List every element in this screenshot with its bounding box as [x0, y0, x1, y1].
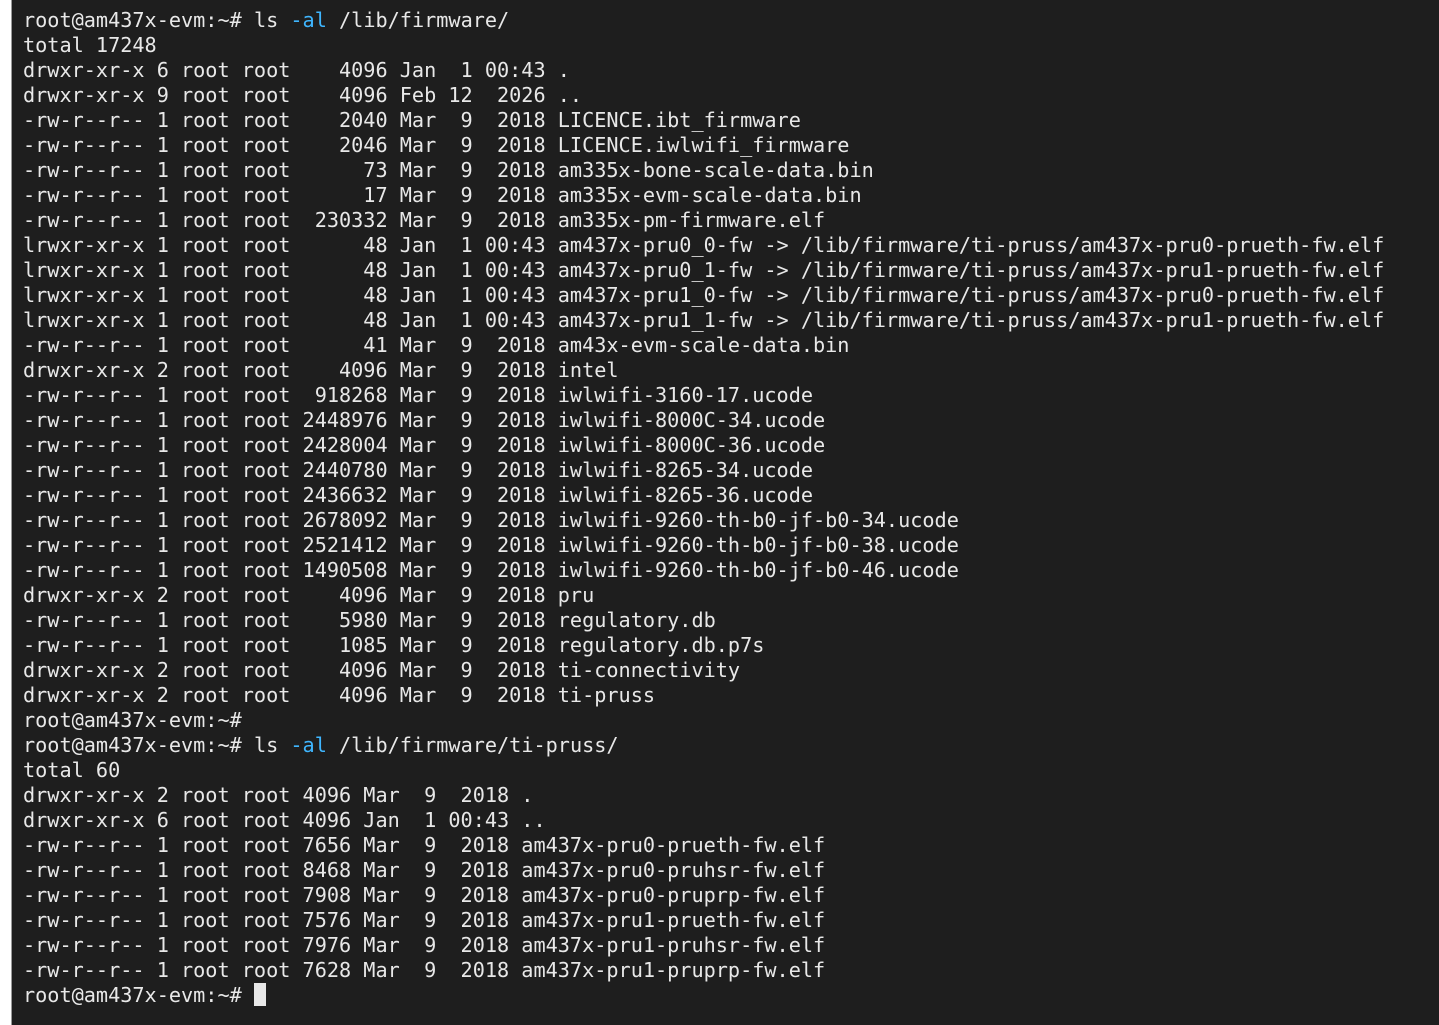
output-text: total 60: [23, 758, 121, 782]
output-line: -rw-r--r-- 1 root root 7976 Mar 9 2018 a…: [23, 933, 1384, 958]
output-text: total 17248: [23, 33, 157, 57]
text-cursor[interactable]: [253, 983, 266, 1006]
output-line: -rw-r--r-- 1 root root 1490508 Mar 9 201…: [23, 558, 1384, 583]
output-line: -rw-r--r-- 1 root root 2521412 Mar 9 201…: [23, 533, 1384, 558]
output-text: drwxr-xr-x 2 root root 4096 Mar 9 2018 i…: [23, 358, 619, 382]
output-line: -rw-r--r-- 1 root root 41 Mar 9 2018 am4…: [23, 333, 1384, 358]
output-line: -rw-r--r-- 1 root root 2046 Mar 9 2018 L…: [23, 133, 1384, 158]
shell-prompt: root@am437x-evm:~#: [23, 733, 254, 757]
output-text: lrwxr-xr-x 1 root root 48 Jan 1 00:43 am…: [23, 258, 1385, 282]
output-text: -rw-r--r-- 1 root root 2440780 Mar 9 201…: [23, 458, 814, 482]
command-line: root@am437x-evm:~# ls -al /lib/firmware/: [23, 8, 1384, 33]
output-line: drwxr-xr-x 2 root root 4096 Mar 9 2018 t…: [23, 683, 1384, 708]
output-text: -rw-r--r-- 1 root root 2428004 Mar 9 201…: [23, 433, 826, 457]
output-line: lrwxr-xr-x 1 root root 48 Jan 1 00:43 am…: [23, 233, 1384, 258]
output-text: -rw-r--r-- 1 root root 41 Mar 9 2018 am4…: [23, 333, 850, 357]
output-text: -rw-r--r-- 1 root root 7656 Mar 9 2018 a…: [23, 833, 826, 857]
output-text: -rw-r--r-- 1 root root 2521412 Mar 9 201…: [23, 533, 959, 557]
output-line: drwxr-xr-x 2 root root 4096 Mar 9 2018 i…: [23, 358, 1384, 383]
output-text: drwxr-xr-x 6 root root 4096 Jan 1 00:43 …: [23, 58, 570, 82]
terminal-window[interactable]: root@am437x-evm:~# ls -al /lib/firmware/…: [11, 0, 1439, 1025]
shell-prompt: root@am437x-evm:~#: [23, 983, 254, 1007]
output-text: -rw-r--r-- 1 root root 1085 Mar 9 2018 r…: [23, 633, 765, 657]
output-text: drwxr-xr-x 2 root root 4096 Mar 9 2018 p…: [23, 583, 595, 607]
output-text: -rw-r--r-- 1 root root 7976 Mar 9 2018 a…: [23, 933, 826, 957]
output-text: -rw-r--r-- 1 root root 2436632 Mar 9 201…: [23, 483, 814, 507]
output-text: -rw-r--r-- 1 root root 5980 Mar 9 2018 r…: [23, 608, 716, 632]
output-text: -rw-r--r-- 1 root root 7576 Mar 9 2018 a…: [23, 908, 826, 932]
output-line: drwxr-xr-x 6 root root 4096 Jan 1 00:43 …: [23, 808, 1384, 833]
command-name: ls: [253, 8, 291, 32]
output-text: lrwxr-xr-x 1 root root 48 Jan 1 00:43 am…: [23, 308, 1385, 332]
output-line: -rw-r--r-- 1 root root 7576 Mar 9 2018 a…: [23, 908, 1384, 933]
output-line: lrwxr-xr-x 1 root root 48 Jan 1 00:43 am…: [23, 283, 1384, 308]
output-text: drwxr-xr-x 2 root root 4096 Mar 9 2018 t…: [23, 658, 741, 682]
command-name: ls: [253, 733, 291, 757]
output-text: drwxr-xr-x 9 root root 4096 Feb 12 2026 …: [23, 83, 583, 107]
output-text: -rw-r--r-- 1 root root 1490508 Mar 9 201…: [23, 558, 959, 582]
output-text: -rw-r--r-- 1 root root 230332 Mar 9 2018…: [23, 208, 826, 232]
output-line: -rw-r--r-- 1 root root 2678092 Mar 9 201…: [23, 508, 1384, 533]
output-line: -rw-r--r-- 1 root root 73 Mar 9 2018 am3…: [23, 158, 1384, 183]
command-args: /lib/firmware/: [326, 8, 510, 32]
output-text: -rw-r--r-- 1 root root 73 Mar 9 2018 am3…: [23, 158, 874, 182]
output-text: -rw-r--r-- 1 root root 8468 Mar 9 2018 a…: [23, 858, 826, 882]
output-line: -rw-r--r-- 1 root root 1085 Mar 9 2018 r…: [23, 633, 1384, 658]
output-line: total 17248: [23, 33, 1384, 58]
output-text: -rw-r--r-- 1 root root 7908 Mar 9 2018 a…: [23, 883, 826, 907]
output-line: drwxr-xr-x 2 root root 4096 Mar 9 2018 .: [23, 783, 1384, 808]
output-line: -rw-r--r-- 1 root root 7908 Mar 9 2018 a…: [23, 883, 1384, 908]
command-flag: -al: [290, 733, 327, 757]
output-text: drwxr-xr-x 6 root root 4096 Jan 1 00:43 …: [23, 808, 546, 832]
output-line: -rw-r--r-- 1 root root 8468 Mar 9 2018 a…: [23, 858, 1384, 883]
output-line: total 60: [23, 758, 1384, 783]
output-line: drwxr-xr-x 6 root root 4096 Jan 1 00:43 …: [23, 58, 1384, 83]
prompt-line: root@am437x-evm:~#: [23, 708, 1384, 733]
output-text: -rw-r--r-- 1 root root 2448976 Mar 9 201…: [23, 408, 826, 432]
output-text: -rw-r--r-- 1 root root 918268 Mar 9 2018…: [23, 383, 814, 407]
output-line: lrwxr-xr-x 1 root root 48 Jan 1 00:43 am…: [23, 308, 1384, 333]
terminal-output[interactable]: root@am437x-evm:~# ls -al /lib/firmware/…: [23, 8, 1384, 1008]
output-text: lrwxr-xr-x 1 root root 48 Jan 1 00:43 am…: [23, 283, 1385, 307]
output-line: -rw-r--r-- 1 root root 7628 Mar 9 2018 a…: [23, 958, 1384, 983]
output-line: -rw-r--r-- 1 root root 7656 Mar 9 2018 a…: [23, 833, 1384, 858]
output-text: lrwxr-xr-x 1 root root 48 Jan 1 00:43 am…: [23, 233, 1385, 257]
output-line: drwxr-xr-x 9 root root 4096 Feb 12 2026 …: [23, 83, 1384, 108]
output-text: -rw-r--r-- 1 root root 2678092 Mar 9 201…: [23, 508, 959, 532]
output-line: -rw-r--r-- 1 root root 5980 Mar 9 2018 r…: [23, 608, 1384, 633]
output-line: drwxr-xr-x 2 root root 4096 Mar 9 2018 t…: [23, 658, 1384, 683]
output-line: lrwxr-xr-x 1 root root 48 Jan 1 00:43 am…: [23, 258, 1384, 283]
command-line: root@am437x-evm:~# ls -al /lib/firmware/…: [23, 733, 1384, 758]
output-text: -rw-r--r-- 1 root root 7628 Mar 9 2018 a…: [23, 958, 826, 982]
output-line: -rw-r--r-- 1 root root 2448976 Mar 9 201…: [23, 408, 1384, 433]
output-line: -rw-r--r-- 1 root root 2040 Mar 9 2018 L…: [23, 108, 1384, 133]
shell-prompt: root@am437x-evm:~#: [23, 8, 254, 32]
output-text: -rw-r--r-- 1 root root 2040 Mar 9 2018 L…: [23, 108, 801, 132]
output-line: -rw-r--r-- 1 root root 17 Mar 9 2018 am3…: [23, 183, 1384, 208]
command-flag: -al: [290, 8, 327, 32]
output-text: drwxr-xr-x 2 root root 4096 Mar 9 2018 t…: [23, 683, 656, 707]
output-text: drwxr-xr-x 2 root root 4096 Mar 9 2018 .: [23, 783, 534, 807]
output-text: -rw-r--r-- 1 root root 17 Mar 9 2018 am3…: [23, 183, 862, 207]
output-line: -rw-r--r-- 1 root root 2428004 Mar 9 201…: [23, 433, 1384, 458]
shell-prompt: root@am437x-evm:~#: [23, 708, 242, 732]
output-text: -rw-r--r-- 1 root root 2046 Mar 9 2018 L…: [23, 133, 850, 157]
output-line: -rw-r--r-- 1 root root 2440780 Mar 9 201…: [23, 458, 1384, 483]
active-prompt-line: root@am437x-evm:~#: [23, 983, 1384, 1008]
output-line: -rw-r--r-- 1 root root 230332 Mar 9 2018…: [23, 208, 1384, 233]
output-line: -rw-r--r-- 1 root root 2436632 Mar 9 201…: [23, 483, 1384, 508]
output-line: -rw-r--r-- 1 root root 918268 Mar 9 2018…: [23, 383, 1384, 408]
command-args: /lib/firmware/ti-pruss/: [326, 733, 619, 757]
output-line: drwxr-xr-x 2 root root 4096 Mar 9 2018 p…: [23, 583, 1384, 608]
